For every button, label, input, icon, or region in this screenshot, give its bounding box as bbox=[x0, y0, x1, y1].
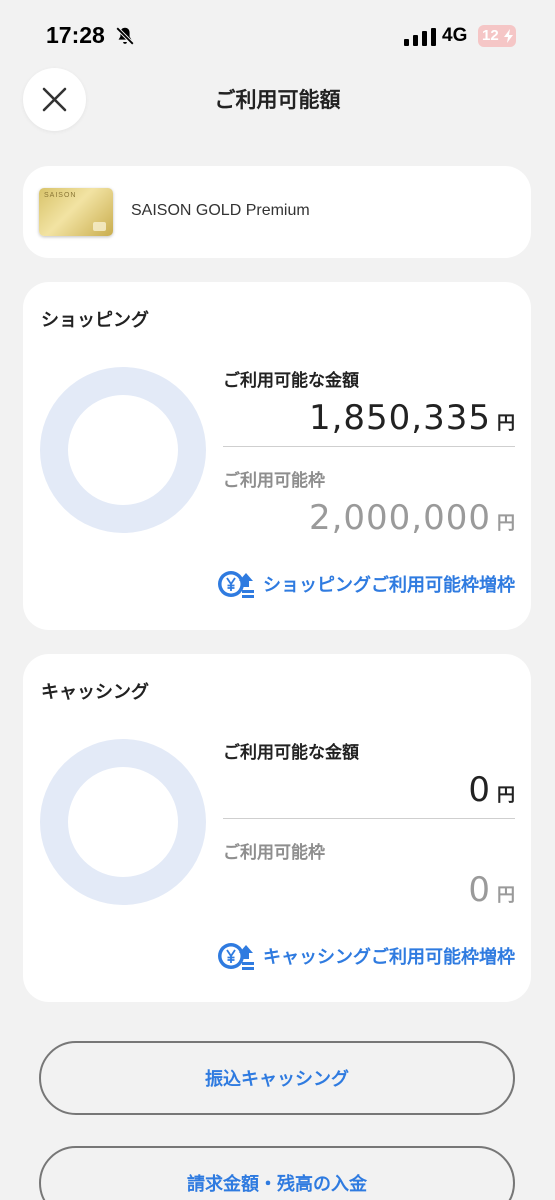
billing-payment-label: 請求金額・残高の入金 bbox=[187, 1174, 367, 1195]
shopping-limit-amount: 2,000,000 円 bbox=[309, 498, 515, 538]
bell-slash-icon bbox=[115, 26, 135, 46]
divider bbox=[223, 818, 515, 819]
card-brand-text: SAISON bbox=[44, 192, 77, 199]
yen-increase-icon bbox=[218, 943, 254, 970]
battery-charging-icon bbox=[504, 29, 513, 43]
currency-unit: 円 bbox=[497, 513, 515, 534]
donut-track bbox=[40, 367, 206, 533]
card-summary: SAISON SAISON GOLD Premium bbox=[23, 166, 531, 258]
card-logo-mark bbox=[93, 222, 106, 231]
card-name: SAISON GOLD Premium bbox=[131, 202, 310, 219]
cashing-available-label: ご利用可能な金額 bbox=[223, 743, 359, 763]
battery-level: 12 bbox=[482, 27, 499, 44]
cashing-title: キャッシング bbox=[41, 682, 149, 703]
cashing-available-value: 0 bbox=[468, 770, 491, 810]
currency-unit: 円 bbox=[497, 885, 515, 906]
cashing-limit-label: ご利用可能枠 bbox=[223, 843, 325, 863]
status-time: 17:28 bbox=[46, 22, 105, 48]
billing-payment-button[interactable]: 請求金額・残高の入金 bbox=[39, 1146, 515, 1200]
cashing-limit-increase-link[interactable]: キャッシングご利用可能枠増枠 bbox=[217, 940, 515, 972]
donut-track bbox=[40, 739, 206, 905]
shopping-limit-increase-label: ショッピングご利用可能枠増枠 bbox=[263, 575, 515, 596]
divider bbox=[223, 446, 515, 447]
cashing-panel: キャッシング ご利用可能な金額 0 円 ご利用可能枠 0 円 キャッシングご利用… bbox=[23, 654, 531, 1002]
shopping-available-label: ご利用可能な金額 bbox=[223, 371, 359, 391]
shopping-limit-label: ご利用可能枠 bbox=[223, 471, 325, 491]
currency-unit: 円 bbox=[497, 785, 515, 806]
cashing-available-amount: 0 円 bbox=[468, 770, 515, 810]
shopping-available-value: 1,850,335 bbox=[308, 398, 491, 438]
shopping-title: ショッピング bbox=[41, 310, 149, 331]
network-label: 4G bbox=[442, 25, 468, 46]
yen-increase-icon bbox=[218, 571, 254, 598]
battery-indicator: 12 bbox=[478, 25, 516, 47]
shopping-limit-value: 2,000,000 bbox=[308, 498, 491, 538]
shopping-panel: ショッピング ご利用可能な金額 1,850,335 円 ご利用可能枠 2,000… bbox=[23, 282, 531, 630]
status-bar: 17:28 4G 12 bbox=[0, 0, 555, 70]
cashing-usage-donut bbox=[40, 739, 206, 905]
cashing-limit-amount: 0 円 bbox=[468, 870, 515, 910]
shopping-usage-donut bbox=[40, 367, 206, 533]
transfer-cashing-button[interactable]: 振込キャッシング bbox=[39, 1041, 515, 1115]
page-title: ご利用可能額 bbox=[214, 88, 341, 112]
cashing-limit-value: 0 bbox=[468, 870, 491, 910]
currency-unit: 円 bbox=[497, 413, 515, 434]
cashing-limit-increase-label: キャッシングご利用可能枠増枠 bbox=[263, 947, 515, 968]
signal-icon bbox=[404, 28, 436, 46]
credit-card-image: SAISON bbox=[39, 188, 113, 236]
shopping-available-amount: 1,850,335 円 bbox=[309, 398, 515, 438]
transfer-cashing-label: 振込キャッシング bbox=[205, 1069, 349, 1090]
shopping-limit-increase-link[interactable]: ショッピングご利用可能枠増枠 bbox=[217, 568, 515, 600]
